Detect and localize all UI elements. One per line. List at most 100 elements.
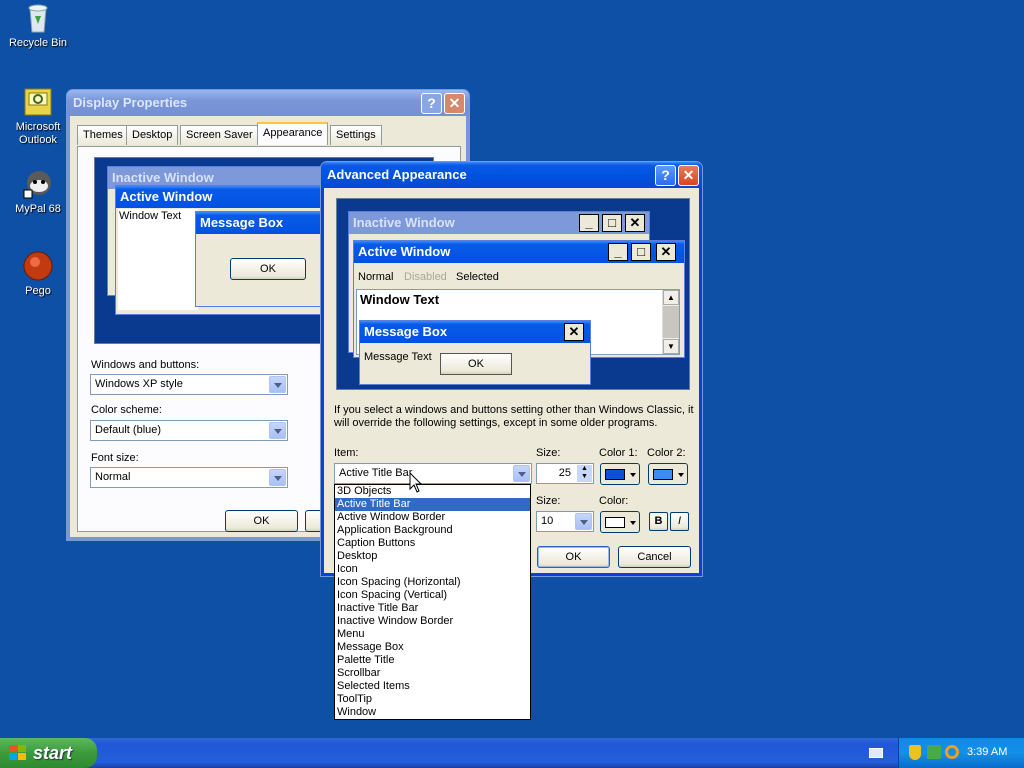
chevron-down-icon [630,473,636,477]
color-scheme-label: Color scheme: [91,404,162,416]
item-select[interactable]: Active Title Bar [334,463,532,484]
close-icon: ✕ [656,243,676,261]
item-value: Active Title Bar [339,467,413,479]
color1-picker[interactable] [600,463,640,485]
dropdown-option[interactable]: Window [335,706,530,719]
preview-active-title: Active Window [116,186,344,208]
desktop-icon-label: MyPal 68 [15,203,61,215]
windows-buttons-label: Windows and buttons: [91,359,200,371]
tab-appearance[interactable]: Appearance [257,122,329,145]
preview-scrollbar: ▲ ▼ [662,290,679,354]
font-color-picker[interactable] [600,511,640,533]
search-icon[interactable] [945,745,959,759]
dropdown-option[interactable]: Inactive Window Border [335,615,530,628]
dropdown-option[interactable]: 3D Objects [335,485,530,498]
item-dropdown-list[interactable]: 3D Objects Active Title Bar Active Windo… [334,484,531,720]
chevron-down-icon[interactable] [269,469,286,486]
dropdown-option[interactable]: Inactive Title Bar [335,602,530,615]
desktop-icon-label: Pego [25,285,51,297]
close-icon: ✕ [564,323,584,341]
chevron-down-icon [678,473,684,477]
chevron-down-icon[interactable] [575,513,592,530]
advanced-ok-button[interactable]: OK [537,546,610,568]
display-properties-titlebar[interactable]: Display Properties ? ✕ [67,90,469,116]
tab-desktop[interactable]: Desktop [126,125,179,145]
help-button[interactable]: ? [655,165,676,186]
dropdown-option-selected[interactable]: Active Title Bar [335,498,530,511]
spinner-arrows[interactable]: ▲ ▼ [577,465,592,482]
maximize-icon: □ [631,243,651,261]
dropdown-option[interactable]: ToolTip [335,693,530,706]
desktop-icon-mypal[interactable]: MyPal 68 [0,168,76,216]
font-color-swatch [605,517,625,528]
close-button[interactable]: ✕ [678,165,699,186]
dropdown-option[interactable]: Application Background [335,524,530,537]
color-scheme-value: Default (blue) [95,424,162,436]
tab-settings[interactable]: Settings [330,125,382,145]
windows-logo-icon [9,745,27,761]
close-button[interactable]: ✕ [444,93,465,114]
color1-swatch [605,469,625,480]
network-icon[interactable] [927,745,941,759]
item-label: Item: [334,447,359,459]
dropdown-option[interactable]: Selected Items [335,680,530,693]
desktop-icon-outlook[interactable]: Microsoft Outlook [0,86,76,147]
dropdown-option[interactable]: Icon Spacing (Horizontal) [335,576,530,589]
dropdown-option[interactable]: Desktop [335,550,530,563]
dropdown-option[interactable]: Active Window Border [335,511,530,524]
preview-message-box-title: Message Box [360,321,590,343]
chevron-down-icon[interactable] [269,422,286,439]
start-button[interactable]: start [0,738,97,768]
maximize-icon: □ [602,214,622,232]
size-label: Size: [536,447,561,459]
scroll-up-icon: ▲ [663,290,679,305]
desktop-icon-recycle-bin[interactable]: Recycle Bin [0,2,76,50]
dropdown-option[interactable]: Palette Title [335,654,530,667]
mouse-cursor-icon [409,471,423,497]
preview-message-text: Message Text [364,351,432,363]
dropdown-option[interactable]: Caption Buttons [335,537,530,550]
clock[interactable]: 3:39 AM [967,746,1007,758]
dropdown-option[interactable]: Menu [335,628,530,641]
system-tray: 3:39 AM [898,738,1024,768]
taskbar: start 3:39 AM [0,738,1024,768]
font-size-select[interactable]: 10 [536,511,594,532]
font-color-label: Color: [599,495,629,507]
preview-window-text: Window Text [119,210,182,222]
desktop-icon-pego[interactable]: Pego [0,250,76,298]
display-ok-button[interactable]: OK [225,510,298,532]
font-size-value: 10 [541,515,554,527]
windows-buttons-select[interactable]: Windows XP style [90,374,288,395]
advanced-cancel-button[interactable]: Cancel [618,546,691,568]
italic-button[interactable]: I [670,512,689,531]
help-button[interactable]: ? [421,93,442,114]
dropdown-option[interactable]: Scrollbar [335,667,530,680]
chevron-down-icon[interactable] [269,376,286,393]
windows-buttons-value: Windows XP style [95,378,183,390]
color2-swatch [653,469,673,480]
preview-window-text: Window Text [360,292,440,307]
bold-button[interactable]: B [649,512,668,531]
window-title: Advanced Appearance [327,167,467,182]
tab-themes[interactable]: Themes [77,125,129,145]
color1-label: Color 1: [599,447,638,459]
tab-screen-saver[interactable]: Screen Saver [180,125,259,145]
advanced-titlebar[interactable]: Advanced Appearance ? ✕ [321,162,702,188]
chevron-down-icon[interactable] [513,465,530,482]
dropdown-option[interactable]: Message Box [335,641,530,654]
scroll-down-icon: ▼ [663,339,679,354]
font-size-label: Font size: [91,452,139,464]
menu-normal: Normal [358,271,394,283]
color2-picker[interactable] [648,463,688,485]
color-scheme-select[interactable]: Default (blue) [90,420,288,441]
preview-ok-button: OK [440,353,512,375]
dropdown-option[interactable]: Icon Spacing (Vertical) [335,589,530,602]
keyboard-icon[interactable] [869,748,883,758]
size-spinner[interactable]: 25 ▲ ▼ [536,463,594,484]
outlook-icon [22,86,54,118]
close-icon: ✕ [625,214,645,232]
font-size-select[interactable]: Normal [90,467,288,488]
dropdown-option[interactable]: Icon [335,563,530,576]
shield-icon[interactable] [909,745,921,760]
tab-strip: Themes Desktop Screen Saver Appearance S… [77,122,457,147]
